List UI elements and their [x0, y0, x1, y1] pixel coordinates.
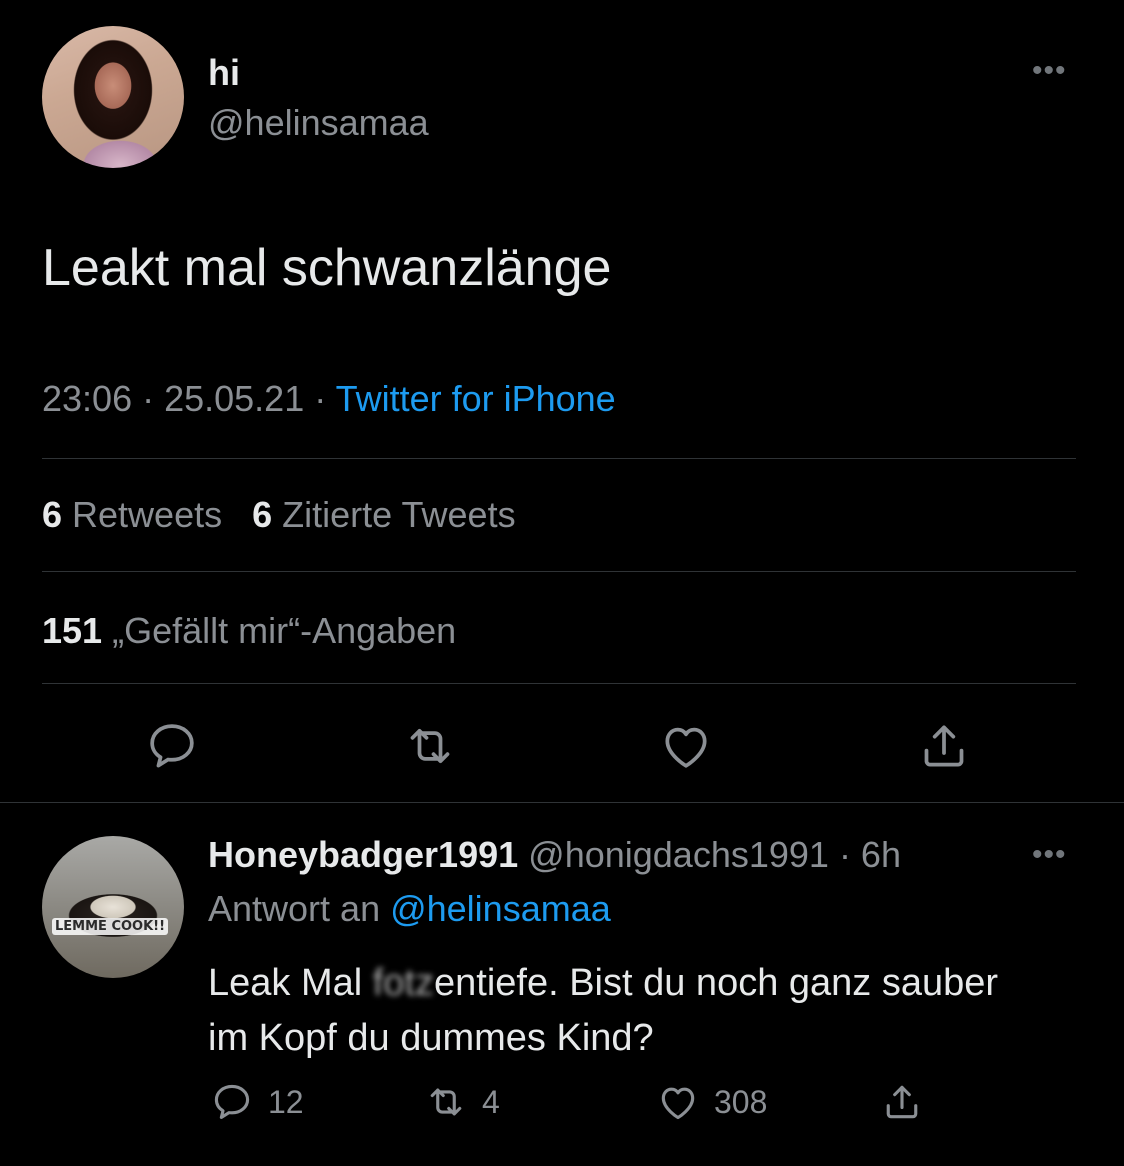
quotes-count: 6 [252, 494, 273, 535]
censored-text: fotz [372, 962, 434, 1004]
likes-stat[interactable]: 151 „Gefällt mir“-Angaben [42, 610, 456, 652]
tweet-timestamp: 23:06 · 25.05.21 · [42, 378, 336, 419]
divider [42, 683, 1076, 684]
reply-to-handle[interactable]: @helinsamaa [390, 888, 611, 929]
like-action[interactable]: 308 [656, 1080, 767, 1124]
reply-author-name[interactable]: Honeybadger1991 [208, 834, 518, 875]
tweet-text: Leakt mal schwanzlänge [42, 239, 612, 297]
more-icon[interactable]: ••• [1032, 838, 1067, 872]
like-icon[interactable] [658, 718, 714, 774]
like-count: 308 [714, 1083, 768, 1120]
divider [42, 458, 1076, 459]
divider [42, 571, 1076, 572]
more-icon[interactable]: ••• [1032, 54, 1067, 88]
reply-text-start: Leak Mal [208, 962, 373, 1004]
share-icon[interactable] [916, 718, 972, 774]
reply-icon[interactable] [144, 718, 200, 774]
retweet-stats: 6 Retweets 6 Zitierte Tweets [42, 494, 516, 536]
divider [0, 802, 1124, 803]
reply-to-line: Antwort an @helinsamaa [208, 888, 611, 930]
likes-count: 151 [42, 610, 103, 651]
reply-to-prefix: Antwort an [208, 888, 391, 929]
avatar-caption: LEMME COOK!! [52, 918, 169, 935]
reply-author-handle[interactable]: @honigdachs1991 [518, 834, 829, 875]
retweets-count: 6 [42, 494, 63, 535]
like-icon [661, 1087, 695, 1120]
reply-count: 12 [268, 1083, 304, 1120]
quotes-label: Zitierte Tweets [272, 494, 516, 535]
tweet-meta: 23:06 · 25.05.21 · Twitter for iPhone [42, 378, 616, 420]
reply-author-avatar[interactable] [42, 836, 184, 978]
likes-label: „Gefällt mir“-Angaben [102, 610, 457, 651]
reply-action[interactable]: 12 [210, 1080, 304, 1124]
retweets-stat[interactable]: 6 Retweets [42, 494, 222, 535]
share-icon[interactable] [880, 1080, 924, 1124]
reply-icon [214, 1084, 250, 1119]
quotes-stat[interactable]: 6 Zitierte Tweets [252, 494, 515, 535]
retweet-count: 4 [482, 1083, 500, 1120]
retweet-icon[interactable] [402, 718, 458, 774]
retweet-icon [430, 1088, 462, 1116]
tweet-source-link[interactable]: Twitter for iPhone [336, 378, 616, 419]
retweet-action[interactable]: 4 [424, 1080, 500, 1124]
retweets-label: Retweets [62, 494, 223, 535]
author-avatar[interactable] [42, 26, 184, 168]
reply-age: · 6h [838, 834, 901, 875]
author-handle[interactable]: @helinsamaa [208, 102, 429, 144]
reply-header: Honeybadger1991 @honigdachs1991 · 6h [208, 834, 901, 876]
reply-text: Leak Mal fotzentiefe. Bist du noch ganz … [208, 956, 1008, 1066]
author-display-name[interactable]: hi [208, 52, 240, 94]
